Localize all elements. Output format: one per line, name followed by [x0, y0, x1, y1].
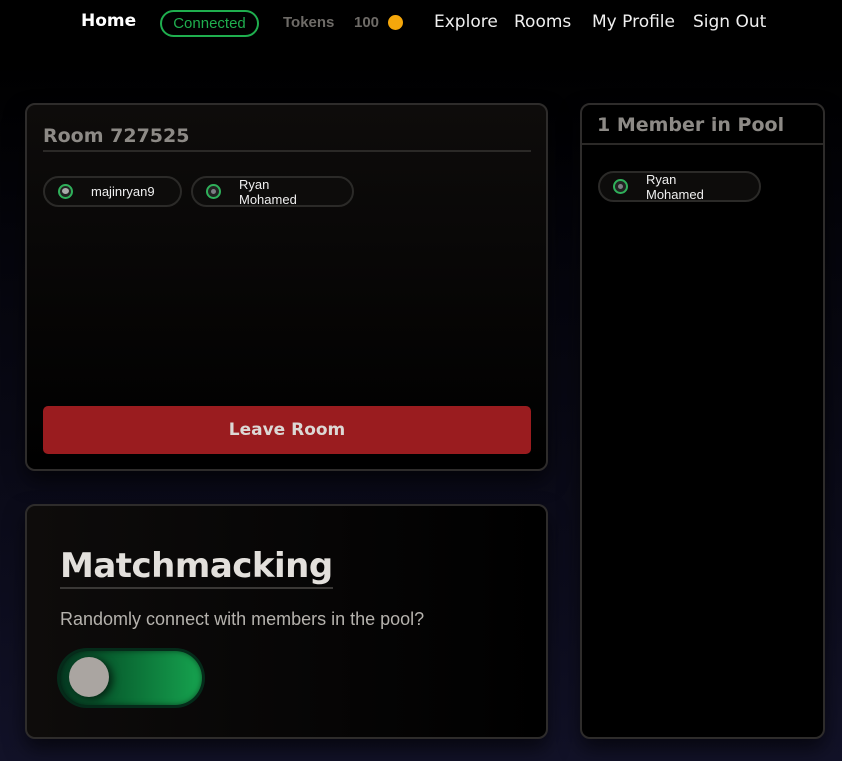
nav-home-link[interactable]: Home	[81, 11, 136, 31]
avatar-icon	[58, 184, 73, 199]
nav-explore-link[interactable]: Explore	[434, 12, 498, 32]
member-name: Ryan Mohamed	[646, 171, 704, 202]
pool-panel: 1 Member in Pool Ryan Mohamed	[580, 103, 825, 739]
connection-status-badge: Connected	[160, 10, 259, 37]
pool-member-chip[interactable]: Ryan Mohamed	[598, 171, 761, 202]
nav-sign-out-link[interactable]: Sign Out	[693, 12, 766, 32]
nav-rooms-link[interactable]: Rooms	[514, 12, 571, 32]
member-chip[interactable]: Ryan Mohamed	[191, 176, 354, 207]
room-title: Room 727525	[43, 125, 190, 147]
avatar-icon	[206, 184, 221, 199]
top-nav: Home Connected Tokens 100 Explore Rooms …	[0, 0, 842, 48]
room-panel: Room 727525 majinryan9 Ryan Mohamed Leav…	[25, 103, 548, 471]
divider	[582, 143, 823, 145]
coin-icon	[388, 15, 403, 30]
nav-my-profile-link[interactable]: My Profile	[592, 12, 675, 32]
room-member-list: majinryan9 Ryan Mohamed	[43, 176, 354, 207]
member-name: Ryan Mohamed	[239, 176, 297, 207]
pool-title: 1 Member in Pool	[597, 114, 785, 136]
tokens-value: 100	[354, 14, 380, 31]
tokens-label: Tokens	[283, 14, 335, 31]
matchmaking-title: Matchmacking	[60, 545, 333, 589]
matchmaking-panel: Matchmacking Randomly connect with membe…	[25, 504, 548, 739]
matchmaking-toggle[interactable]	[60, 651, 202, 705]
leave-room-button[interactable]: Leave Room	[43, 406, 531, 454]
member-chip[interactable]: majinryan9	[43, 176, 182, 207]
toggle-knob[interactable]	[69, 657, 109, 697]
matchmaking-description: Randomly connect with members in the poo…	[60, 609, 425, 629]
avatar-icon	[613, 179, 628, 194]
divider	[43, 150, 531, 152]
member-name: majinryan9	[91, 184, 155, 199]
